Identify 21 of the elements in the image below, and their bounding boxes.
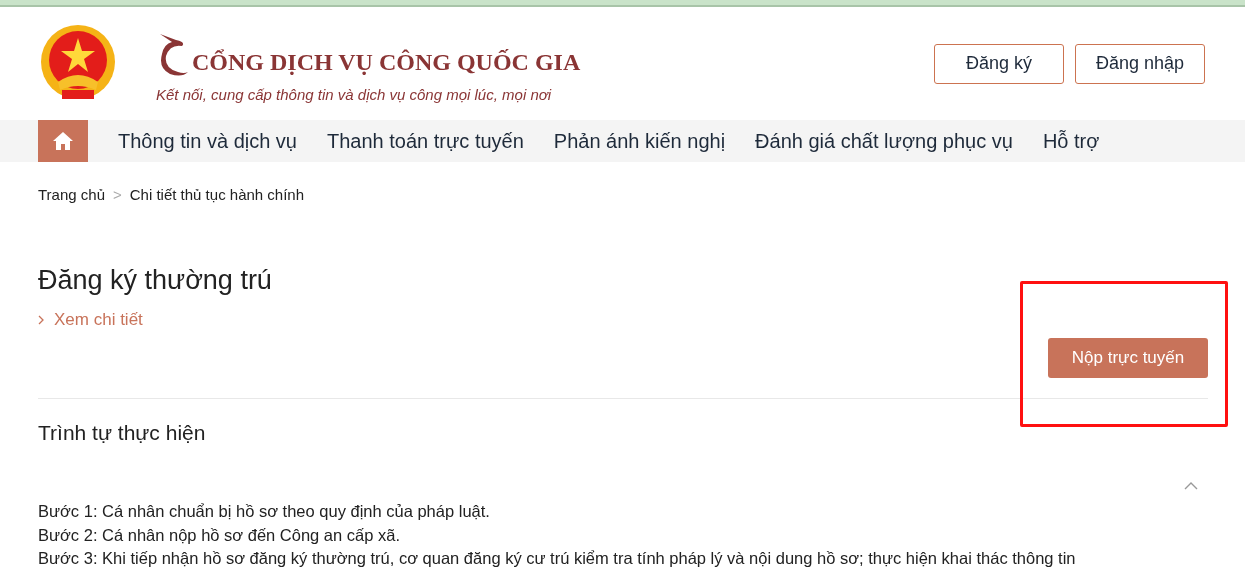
nav-item[interactable]: Hỗ trợ (1027, 129, 1115, 153)
nav-item[interactable]: Phản ánh kiến nghị (538, 129, 741, 153)
step-text: Bước 1: Cá nhân chuẩn bị hồ sơ theo quy định của pháp luật. (38, 501, 491, 522)
section-title: Trình tự thực hiện (38, 421, 207, 445)
chevron-up-icon[interactable] (1184, 481, 1198, 490)
login-button[interactable]: Đăng nhập (1075, 43, 1205, 84)
step-text: Bước 2: Cá nhân nộp hồ sơ đến Công an cấp xã. (38, 524, 401, 546)
breadcrumb-link[interactable]: Trang chủ (38, 186, 105, 203)
nav-item[interactable]: Thanh toán trực tuyến (312, 129, 539, 153)
details-link[interactable]: Xem chi tiết (38, 310, 143, 330)
site-title: CỔNG DỊCH VỤ CÔNG QUỐC GIA (192, 49, 581, 76)
register-button[interactable]: Đăng ký (934, 43, 1064, 84)
nav-item[interactable]: Thông tin và dịch vụ (103, 129, 312, 153)
chevron-right-icon (38, 315, 44, 325)
nav-item[interactable]: Đánh giá chất lượng phục vụ (740, 129, 1028, 153)
site-slogan: Kết nối, cung cấp thông tin và dịch vụ công mọi lúc, mọi nơi (156, 86, 553, 103)
breadcrumb-separator: > (113, 186, 122, 203)
home-button[interactable] (38, 120, 88, 162)
home-icon (52, 131, 74, 151)
step-text: Bước 3: Khi tiếp nhận hồ sơ đăng ký thường trú, cơ quan đăng ký cư trú kiểm tra tính pháp lý và nội dung hồ sơ; thực hiện khai thác thông tin (38, 548, 1077, 569)
procedure-title: Đăng ký thường trú (38, 265, 273, 296)
